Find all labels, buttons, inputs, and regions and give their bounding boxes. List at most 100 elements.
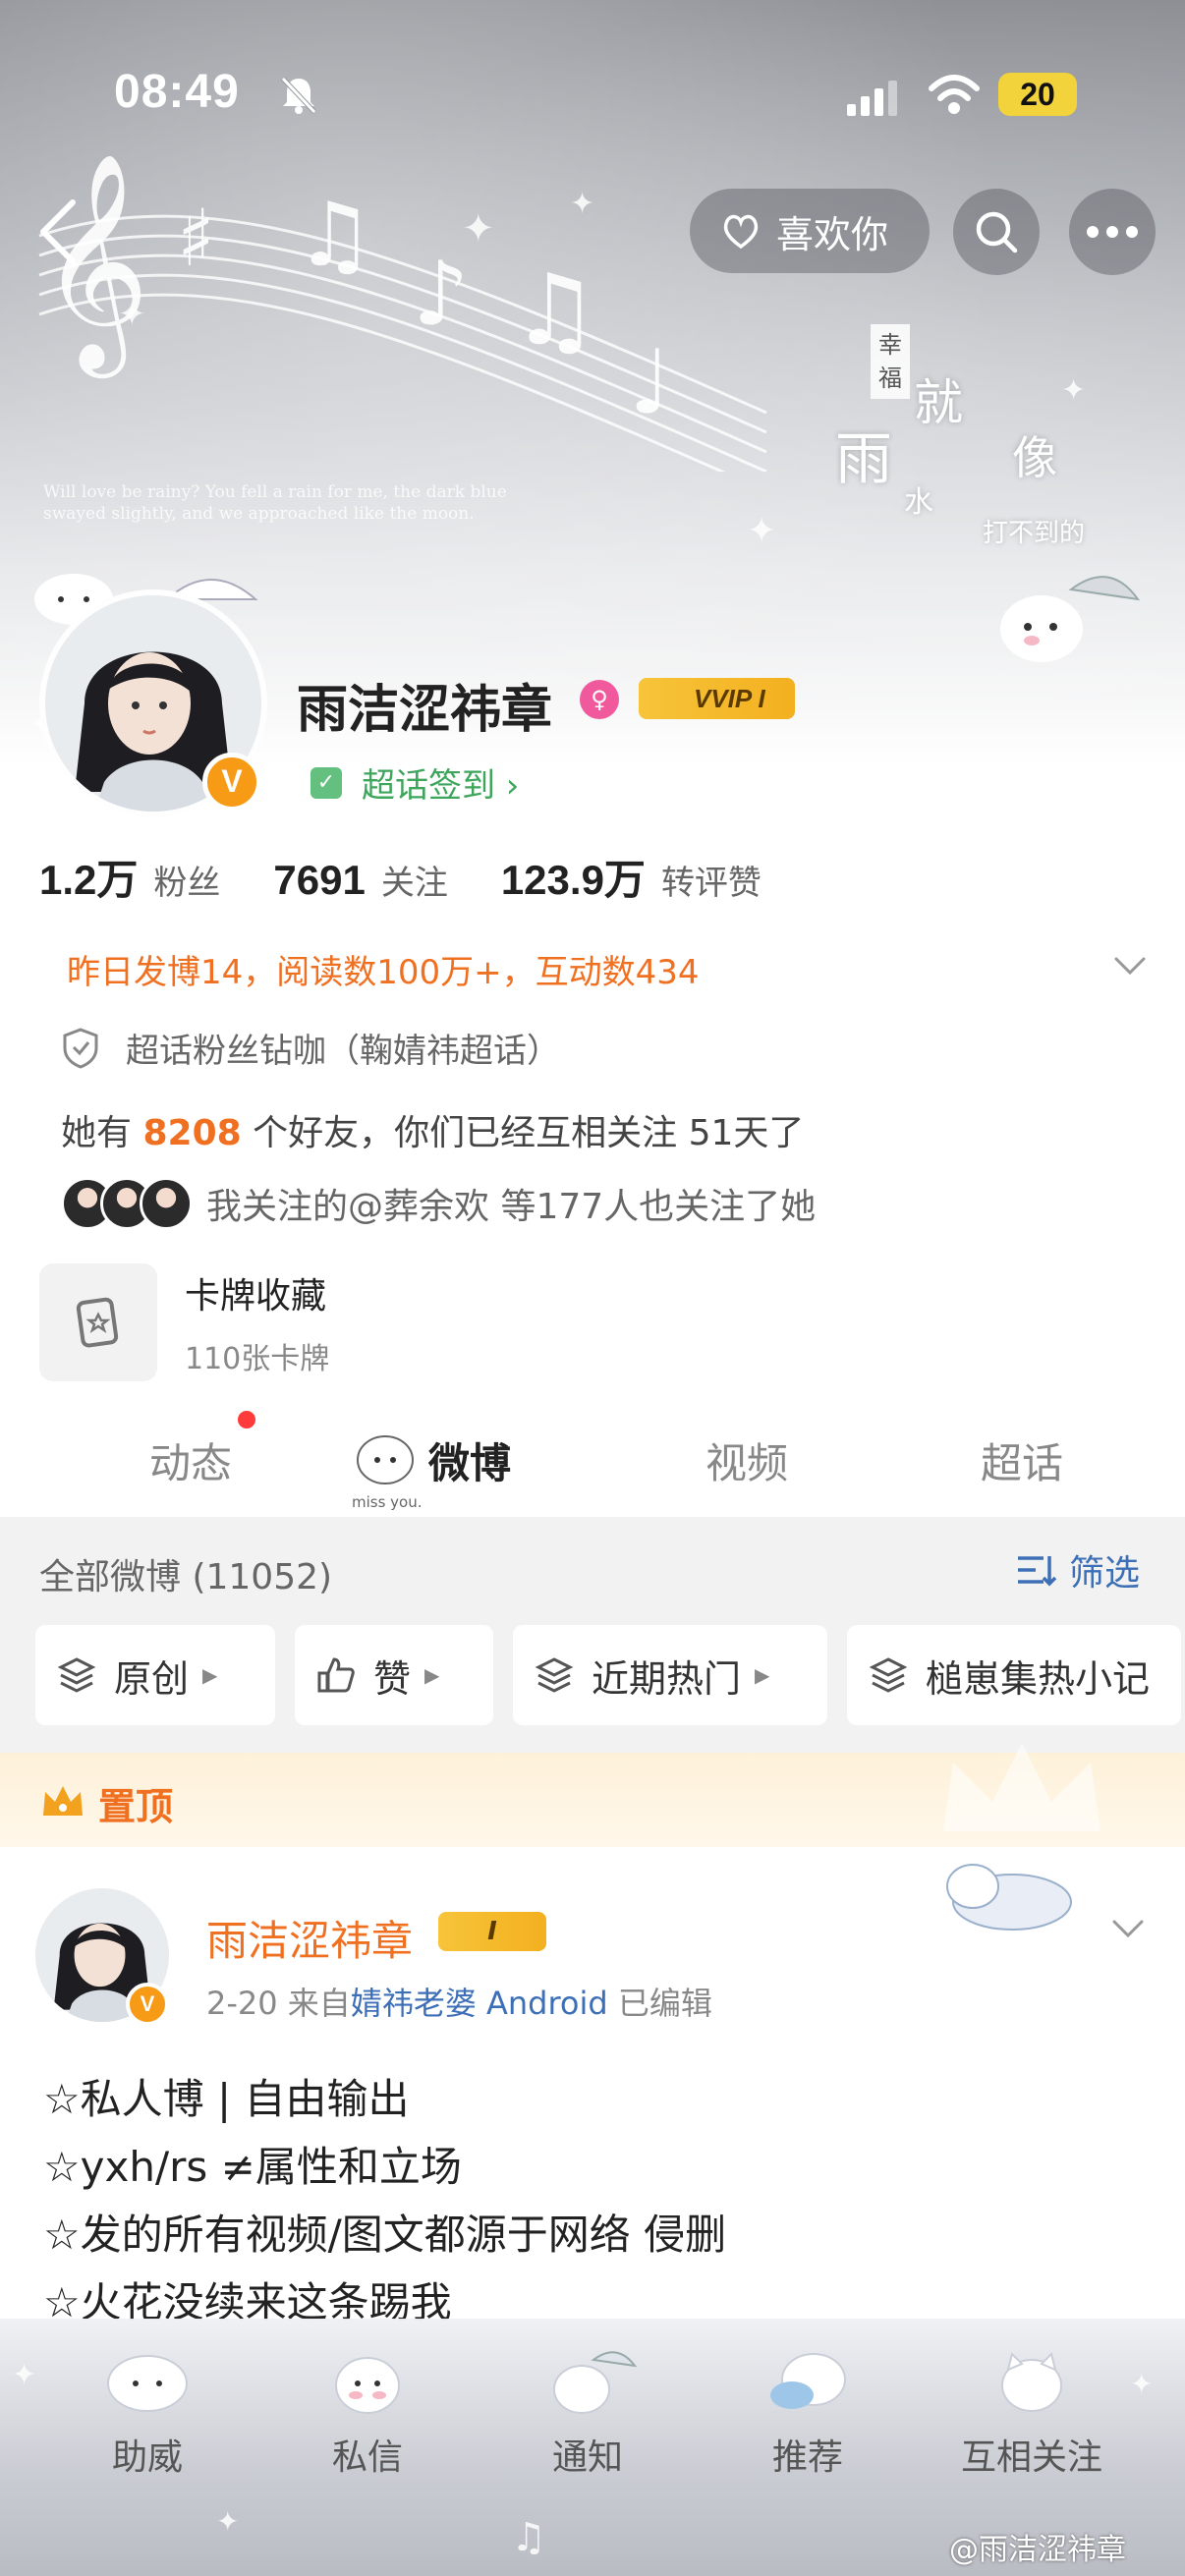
back-arrow-icon[interactable] <box>29 193 88 271</box>
sparkle-icon: ✦ <box>118 295 146 334</box>
chip-likes-label: 赞 <box>373 1656 412 1701</box>
caret-right-icon: ▶ <box>202 1663 218 1687</box>
chip-original-label: 原创 <box>114 1656 190 1701</box>
svg-text:♩: ♩ <box>629 331 670 434</box>
super-topic-checkin-button[interactable]: ✓ 超话签到 › <box>310 758 519 807</box>
bell-off-icon <box>281 77 316 114</box>
verified-v-badge: V <box>126 1983 169 2026</box>
friends-prefix: 她有 <box>61 1113 133 1153</box>
search-icon <box>976 211 1018 253</box>
layers-icon <box>57 1657 96 1693</box>
whale-mascot-icon <box>770 2353 846 2409</box>
stat-following[interactable]: 7691 关注 <box>273 856 447 904</box>
cloud-mascot-icon <box>107 2355 188 2412</box>
shield-icon <box>63 1027 98 1069</box>
tab-video[interactable]: 视频 <box>705 1430 788 1490</box>
crown-icon <box>43 1786 83 1816</box>
more-dots-icon <box>1087 226 1138 238</box>
chevron-down-icon[interactable] <box>1108 1914 1148 1943</box>
crown-watermark-icon <box>943 1743 1100 1831</box>
tab-deco-text: miss you. <box>352 1493 423 1511</box>
bear-mascot-icon <box>335 2357 400 2414</box>
post-body: ☆私人博 | 自由输出 ☆yxh/rs ≠属性和立场 ☆发的所有视频/图文都源于… <box>43 2065 726 2336</box>
post-card[interactable]: V 雨洁涩祎章 I 2-20 来自婧祎老婆 Android 已编辑 ☆私人博 |… <box>0 1847 1185 2326</box>
post-source[interactable]: 婧祎老婆 Android <box>351 1985 608 2022</box>
recommend-button[interactable]: 推荐 <box>709 2319 906 2480</box>
mutual-follow-button[interactable]: 互相关注 <box>933 2319 1130 2480</box>
stat-interactions-value: 123.9万 <box>500 857 646 903</box>
wifi-icon <box>929 75 980 114</box>
more-options-button[interactable] <box>1069 189 1156 275</box>
tab-mascot-icon: miss you. <box>352 1435 423 1511</box>
followed-by-row[interactable]: 我关注的@葬余欢 等177人也关注了她 <box>61 1177 816 1230</box>
superfan-badge-row[interactable]: 超话粉丝钻咖（鞠婧祎超话） <box>61 1024 560 1072</box>
friends-suffix: 个好友，你们已经互相关注 51天了 <box>253 1113 805 1153</box>
pinned-header: 置顶 <box>0 1743 1185 1847</box>
post-meta: 2-20 来自婧祎老婆 Android 已编辑 <box>206 1979 712 2024</box>
cat-umbrella-mascot-icon <box>1000 576 1140 662</box>
svg-text:♪: ♪ <box>413 243 469 346</box>
profile-banner: 𝄞 ♯ ♫ ♪ ♫ ♩ Will love be rainy? You fell… <box>0 0 1185 982</box>
tab-activity[interactable]: 动态 <box>149 1430 232 1490</box>
checkin-icon: ✓ <box>310 766 342 799</box>
stat-following-value: 7691 <box>273 857 366 903</box>
chip-original[interactable]: 原创 ▶ <box>35 1625 275 1725</box>
caret-right-icon: ▶ <box>424 1663 440 1687</box>
tab-super-topic[interactable]: 超话 <box>981 1430 1063 1490</box>
post-vip-badge: I <box>438 1912 546 1951</box>
post-author-name[interactable]: 雨洁涩祎章 <box>206 1908 413 1968</box>
heart-hand-icon <box>723 214 759 250</box>
filter-button[interactable]: 筛选 <box>1014 1544 1140 1596</box>
profile-stats: 1.2万 粉丝 7691 关注 123.9万 转评赞 <box>39 847 815 907</box>
card-collection-entry[interactable]: 卡牌收藏 110张卡牌 <box>39 1263 329 1381</box>
like-you-button[interactable]: 喜欢你 <box>690 189 930 273</box>
search-button[interactable] <box>953 189 1040 275</box>
stat-interactions-label: 转评赞 <box>660 864 762 903</box>
filter-label: 筛选 <box>1069 1553 1141 1594</box>
cat-mascot-icon <box>1001 2352 1062 2412</box>
card-collection-icon <box>39 1263 157 1381</box>
cheer-button[interactable]: 助威 <box>49 2319 246 2480</box>
checkin-label: 超话签到 › <box>362 766 520 806</box>
tab-weibo[interactable]: 微博 <box>428 1430 511 1490</box>
verified-v-badge: V <box>202 753 261 812</box>
card-collection-count: 110张卡牌 <box>185 1342 330 1376</box>
mutual-friends-row: 她有 8208 个好友，你们已经互相关注 51天了 <box>61 1104 804 1155</box>
stat-interactions[interactable]: 123.9万 转评赞 <box>501 847 762 907</box>
message-label: 私信 <box>331 2437 403 2478</box>
post-edited: 已编辑 <box>617 1985 712 2022</box>
post-line: ☆发的所有视频/图文都源于网络 侵删 <box>43 2211 727 2259</box>
svg-text:♯: ♯ <box>177 193 215 284</box>
unread-dot <box>238 1411 255 1428</box>
post-line: ☆yxh/rs ≠属性和立场 <box>43 2143 462 2191</box>
stat-fans[interactable]: 1.2万 粉丝 <box>39 847 220 907</box>
watermark: @雨洁涩祎章 <box>949 2533 1126 2567</box>
cheer-label: 助威 <box>111 2437 183 2478</box>
chip-collection[interactable]: 槌崽集热小记 <box>847 1625 1181 1725</box>
filter-icon <box>1018 1556 1057 1587</box>
post-from: 来自 <box>287 1985 351 2022</box>
thumbs-up-icon <box>317 1657 355 1693</box>
layers-icon <box>535 1657 574 1693</box>
superfan-label: 超话粉丝钻咖（鞠婧祎超话） <box>126 1032 560 1071</box>
card-collection-title: 卡牌收藏 <box>185 1276 327 1316</box>
svg-text:♫: ♫ <box>511 252 599 367</box>
stat-fans-value: 1.2万 <box>39 857 139 903</box>
sparkle-icon: ✦ <box>462 206 495 252</box>
all-weibo-count: 全部微博 (11052) <box>39 1557 333 1597</box>
banner-text-jiu: 就 <box>914 374 963 431</box>
chip-recent-hot[interactable]: 近期热门 ▶ <box>513 1625 827 1725</box>
banner-text-line: 打不到的 <box>983 519 1086 548</box>
stat-following-label: 关注 <box>380 864 448 903</box>
message-button[interactable]: 私信 <box>269 2319 466 2480</box>
banner-vertical-label: 幸福 <box>871 324 910 399</box>
chevron-down-icon[interactable] <box>1110 951 1150 980</box>
sparkle-icon: ✦ <box>12 2358 37 2392</box>
chip-likes[interactable]: 赞 ▶ <box>295 1625 493 1725</box>
post-date: 2-20 <box>206 1985 278 2022</box>
filter-chips: 原创 ▶ 赞 ▶ 近期热门 ▶ 槌崽集热小记 <box>35 1625 1185 1725</box>
vvip-badge[interactable]: VVIP I <box>639 678 795 719</box>
chip-collection-label: 槌崽集热小记 <box>926 1656 1151 1701</box>
notification-button[interactable]: 通知 <box>489 2319 686 2480</box>
music-note-icon: ♫ <box>511 2515 546 2560</box>
